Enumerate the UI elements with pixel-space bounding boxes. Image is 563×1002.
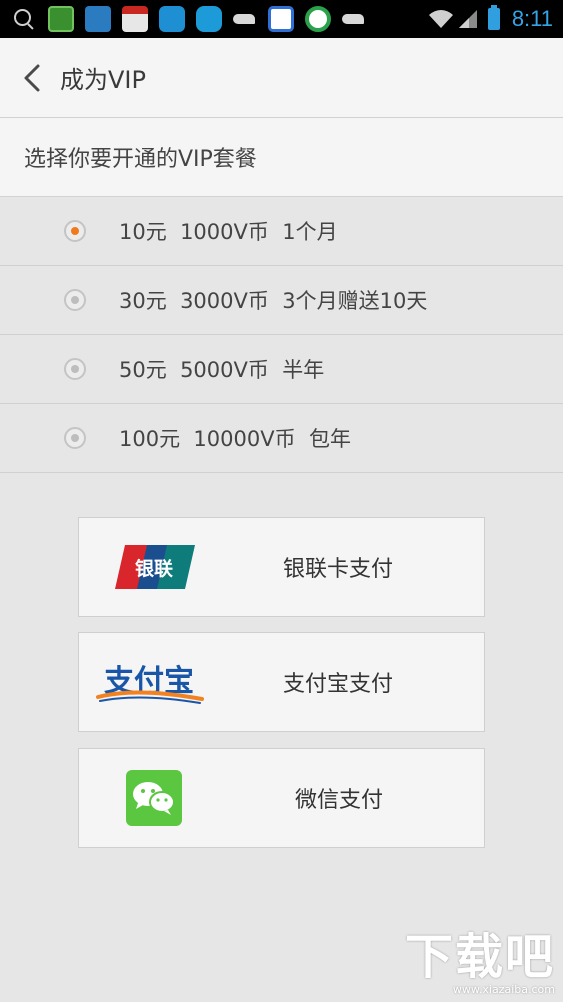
plan-label: 30元 3000V币 3个月赠送10天 bbox=[119, 289, 428, 313]
unionpay-pay-label: 银联卡支付 bbox=[283, 557, 394, 582]
plan-option-half-year[interactable]: 50元 5000V币 半年 bbox=[0, 335, 563, 404]
plan-label: 50元 5000V币 半年 bbox=[119, 358, 325, 382]
wechat-pay-button[interactable]: 微信支付 bbox=[78, 748, 485, 848]
alipay-logo-icon: 支付宝 bbox=[89, 632, 219, 732]
status-indicators: 8:11 bbox=[428, 5, 553, 32]
wechat-pay-label: 微信支付 bbox=[295, 788, 384, 813]
watermark-logo: 下载吧 bbox=[404, 929, 555, 985]
alipay-pay-label: 支付宝支付 bbox=[283, 672, 394, 697]
radio-button[interactable] bbox=[64, 358, 86, 380]
plan-list: 10元 1000V币 1个月 30元 3000V币 3个月赠送10天 50元 5… bbox=[0, 197, 563, 473]
plan-label: 100元 10000V币 包年 bbox=[119, 427, 351, 451]
battery-icon bbox=[487, 5, 500, 30]
signal-icon bbox=[458, 10, 477, 28]
watermark: 下载吧 www.xiazaiba.com bbox=[405, 933, 555, 996]
svg-text:银联: 银联 bbox=[135, 557, 173, 580]
baidu-app-icon bbox=[268, 6, 294, 32]
plan-section-header: 选择你要开通的VIP套餐 bbox=[0, 118, 563, 197]
wifi-icon bbox=[428, 10, 453, 28]
page-title: 成为VIP bbox=[60, 66, 146, 94]
radio-button[interactable] bbox=[64, 220, 86, 242]
back-arrow-icon[interactable] bbox=[12, 58, 52, 98]
video-app-icon bbox=[48, 6, 74, 32]
plan-label: 10元 1000V币 1个月 bbox=[119, 220, 338, 244]
plan-option-3-months[interactable]: 30元 3000V币 3个月赠送10天 bbox=[0, 266, 563, 335]
search-icon bbox=[14, 9, 34, 29]
browser-app-icon bbox=[305, 6, 331, 32]
travel-app-icon bbox=[85, 6, 111, 32]
title-bar: 成为VIP bbox=[0, 38, 563, 118]
plan-option-1-month[interactable]: 10元 1000V币 1个月 bbox=[0, 197, 563, 266]
clock: 8:11 bbox=[511, 6, 553, 31]
unionpay-pay-button[interactable]: 银联 银联卡支付 bbox=[78, 517, 485, 617]
status-bar: 8:11 bbox=[0, 0, 563, 38]
cloud-app-icon bbox=[342, 6, 366, 32]
radio-button[interactable] bbox=[64, 427, 86, 449]
watermark-url: www.xiazaiba.com bbox=[452, 983, 555, 996]
plan-option-year[interactable]: 100元 10000V币 包年 bbox=[0, 404, 563, 473]
news-app-icon bbox=[122, 6, 148, 32]
cloud-app-icon bbox=[233, 6, 257, 32]
wechat-logo-icon bbox=[89, 748, 219, 848]
frog-app-icon bbox=[196, 6, 222, 32]
radio-button[interactable] bbox=[64, 289, 86, 311]
qq-app-icon bbox=[159, 6, 185, 32]
alipay-pay-button[interactable]: 支付宝 支付宝支付 bbox=[78, 632, 485, 732]
unionpay-logo-icon: 银联 bbox=[89, 517, 219, 617]
